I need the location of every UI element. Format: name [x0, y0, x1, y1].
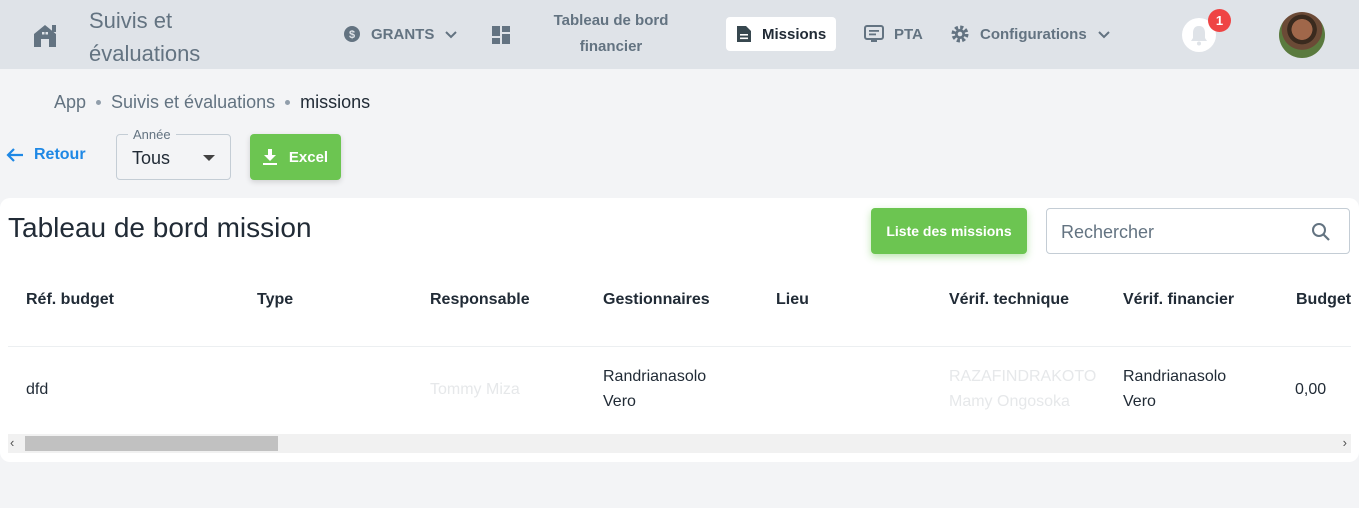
cell-gestionnaires-line-2: Vero — [603, 393, 636, 410]
nav-dashboard-financier[interactable]: Tableau de bord financier — [538, 8, 684, 60]
year-select-value: Tous — [132, 148, 171, 168]
page-title: Tableau de bord mission — [8, 212, 312, 243]
mission-dashboard-card: Tableau de bord mission Liste des missio… — [0, 198, 1359, 462]
cell-budget: 0,00 — [1295, 381, 1327, 398]
breadcrumb-separator — [285, 100, 291, 105]
arrow-left-icon — [6, 148, 23, 162]
excel-export-button[interactable]: Excel — [250, 134, 341, 180]
table-divider — [8, 346, 1351, 347]
excel-label: Excel — [288, 148, 329, 166]
bell-icon — [1191, 26, 1207, 46]
scroll-right-icon[interactable]: › — [1343, 435, 1347, 450]
breadcrumb-app[interactable]: App — [54, 92, 86, 113]
search-icon[interactable] — [1311, 222, 1331, 242]
pta-icon — [864, 25, 884, 42]
year-select[interactable]: Année Tous — [116, 127, 231, 180]
nav-missions[interactable]: Missions — [726, 17, 837, 51]
chevron-down-icon — [445, 31, 458, 39]
download-icon — [262, 149, 277, 165]
breadcrumb-separator — [96, 100, 102, 105]
gear-icon — [951, 25, 969, 43]
nav-pta-label: PTA — [894, 25, 923, 43]
avatar[interactable] — [1279, 12, 1325, 58]
breadcrumb-current: missions — [300, 92, 371, 112]
app-title[interactable]: Suivis et évaluations — [89, 4, 249, 70]
home-icon[interactable] — [32, 22, 62, 48]
nav-missions-label: Missions — [762, 25, 827, 43]
search-input[interactable] — [1061, 219, 1301, 245]
top-navigation-bar: Suivis et évaluations $ GRANTS Tableau d… — [0, 0, 1359, 69]
back-button[interactable]: Retour — [6, 146, 86, 164]
grants-icon: $ — [344, 26, 360, 42]
caret-down-icon — [203, 155, 215, 161]
cell-verif-financier-line-1: Randrianasolo — [1123, 368, 1227, 385]
column-header-verif-financier[interactable]: Vérif. financier — [1123, 291, 1234, 309]
column-header-gestionnaires[interactable]: Gestionnaires — [603, 291, 710, 309]
column-header-lieu[interactable]: Lieu — [776, 291, 809, 309]
cell-gestionnaires-line-1: Randrianasolo — [603, 368, 707, 385]
cell-verif-technique-line-1: RAZAFINDRAKOTO — [949, 368, 1097, 385]
column-header-budget[interactable]: Budget — [1296, 291, 1351, 309]
column-header-responsable[interactable]: Responsable — [430, 291, 530, 309]
search-box — [1046, 208, 1350, 254]
document-icon — [737, 26, 751, 42]
dashboard-icon — [492, 26, 510, 44]
cell-ref-budget: dfd — [26, 381, 49, 398]
column-header-verif-technique[interactable]: Vérif. technique — [949, 291, 1069, 309]
year-select-label: Année — [128, 127, 176, 142]
breadcrumb: App Suivis et évaluations missions — [54, 92, 370, 113]
nav-grants[interactable]: $ GRANTS — [333, 17, 468, 51]
svg-text:$: $ — [349, 29, 355, 41]
chevron-down-icon — [1097, 31, 1110, 39]
horizontal-scrollbar[interactable]: ‹ › — [8, 434, 1351, 453]
breadcrumb-suivis[interactable]: Suivis et évaluations — [111, 92, 275, 113]
column-header-ref-budget[interactable]: Réf. budget — [26, 291, 114, 309]
nav-pta[interactable]: PTA — [854, 17, 933, 51]
nav-configurations-label: Configurations — [980, 25, 1087, 43]
scroll-left-icon[interactable]: ‹ — [10, 435, 14, 450]
cell-verif-financier-line-2: Vero — [1123, 393, 1156, 410]
missions-list-button[interactable]: Liste des missions — [871, 208, 1027, 254]
cell-responsable: Tommy Miza — [430, 381, 520, 398]
cell-verif-technique-line-2: Mamy Ongosoka — [949, 393, 1070, 410]
missions-table: Réf. budget Type Responsable Gestionnair… — [8, 268, 1351, 436]
scrollbar-thumb[interactable] — [25, 436, 278, 451]
notification-badge: 1 — [1208, 9, 1231, 32]
back-label: Retour — [34, 146, 86, 163]
column-header-type[interactable]: Type — [257, 291, 293, 309]
nav-grants-label: GRANTS — [371, 25, 435, 43]
nav-configurations[interactable]: Configurations — [940, 17, 1121, 51]
